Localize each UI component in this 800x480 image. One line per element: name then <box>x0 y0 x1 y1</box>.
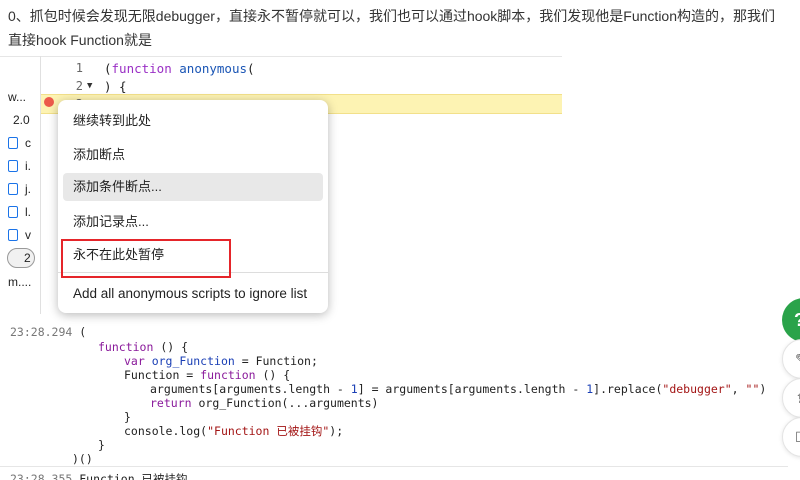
code-line-2: ) { <box>104 79 127 94</box>
checkbox[interactable] <box>8 137 18 149</box>
tree-row[interactable]: w... <box>8 88 26 106</box>
checkbox-label: i. <box>25 159 31 173</box>
fold-arrow-icon[interactable]: ▼ <box>87 81 92 91</box>
checkbox[interactable] <box>8 229 18 241</box>
console-line: )() <box>72 452 93 466</box>
console-line: } <box>98 438 105 452</box>
console-line: Function = function () { <box>124 368 291 382</box>
console-line: } <box>124 410 131 424</box>
console-entry-1: 23:28.294 ( <box>10 325 87 339</box>
console-line: var org_Function = Function; <box>124 354 318 368</box>
console-entry-2: 23:28.355 Function 已被挂钩 <box>10 472 188 480</box>
checkbox-label: j. <box>25 182 31 196</box>
code-line-1: (function anonymous( <box>104 61 255 76</box>
console-output: 23:28.294 ( function () { var org_Functi… <box>0 318 788 480</box>
checkbox[interactable] <box>8 206 18 218</box>
tree-row[interactable]: m.... <box>8 273 31 291</box>
menu-item-ignore-anonymous-scripts[interactable]: Add all anonymous scripts to ignore list <box>63 280 323 308</box>
checkbox[interactable] <box>8 183 18 195</box>
menu-item-continue-to-here[interactable]: 继续转到此处 <box>63 107 323 135</box>
file-tree-panel: w... 2.0 c i. j. l. v 2 m.... <box>0 56 40 314</box>
breakpoint-marker-icon[interactable] <box>44 97 54 107</box>
count-pill[interactable]: 2 <box>7 248 35 268</box>
share-icon: ⇪ <box>795 390 800 407</box>
console-line: arguments[arguments.length - 1] = argume… <box>150 382 767 396</box>
edit-icon: ✎ <box>795 351 800 368</box>
line-number[interactable]: 1 <box>69 61 83 75</box>
console-separator <box>0 466 788 467</box>
menu-item-add-breakpoint[interactable]: 添加断点 <box>63 141 323 169</box>
comment-icon: ☐ <box>795 429 800 446</box>
line-number[interactable]: 2 <box>69 79 83 93</box>
article-paragraph: 0、抓包时候会发现无限debugger，直接永不暂停就可以，我们也可以通过hoo… <box>8 8 776 48</box>
console-line: return org_Function(...arguments) <box>150 396 379 410</box>
context-menu: 继续转到此处 添加断点 添加条件断点... 添加记录点... 永不在此处暂停 A… <box>58 100 328 313</box>
highlight-annotation-box <box>61 239 231 278</box>
checkbox[interactable] <box>8 160 18 172</box>
menu-item-add-conditional-breakpoint[interactable]: 添加条件断点... <box>63 173 323 201</box>
menu-item-add-logpoint[interactable]: 添加记录点... <box>63 208 323 236</box>
console-line: function () { <box>98 340 189 354</box>
console-line: console.log("Function 已被挂钩"); <box>124 424 344 438</box>
checkbox-label: c <box>25 136 31 150</box>
tree-row[interactable]: 2.0 <box>13 111 30 129</box>
checkbox-label: v <box>25 228 31 242</box>
checkbox-label: l. <box>25 205 31 219</box>
